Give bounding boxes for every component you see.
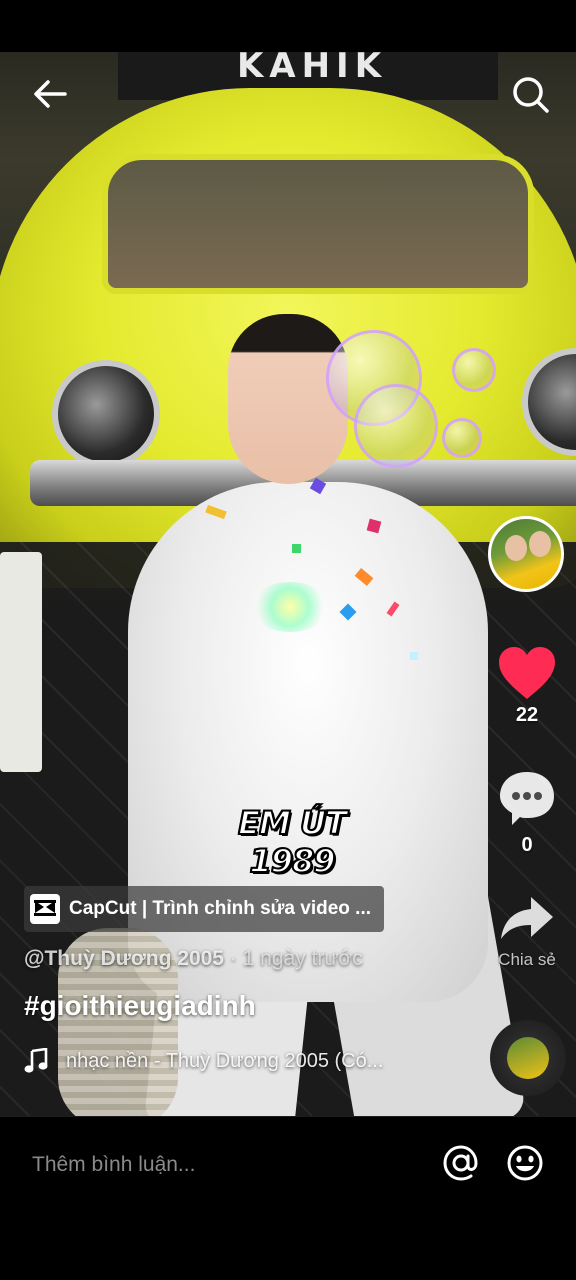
creator-avatar[interactable] — [488, 516, 564, 592]
bubble-effect — [452, 348, 496, 392]
comment-button[interactable] — [496, 768, 558, 828]
car-windshield — [102, 154, 534, 294]
share-label: Chia sẻ — [498, 950, 556, 969]
text-sticker: EM ÚT 1989 — [232, 803, 352, 881]
car-headlight-left — [52, 360, 160, 468]
capcut-label: CapCut | Trình chỉnh sửa video ... — [69, 898, 371, 919]
search-button[interactable] — [506, 70, 556, 120]
confetti-effect — [410, 652, 418, 660]
capcut-logo-icon — [30, 894, 60, 924]
music-disc-cover — [507, 1037, 549, 1079]
search-icon — [513, 77, 549, 113]
music-note-icon — [24, 1048, 48, 1073]
comment-icon — [500, 772, 554, 825]
background-sign-text: KAHIK — [236, 52, 388, 80]
bubble-effect — [354, 384, 438, 468]
like-count: 22 — [515, 704, 539, 726]
back-arrow-icon — [34, 80, 67, 108]
share-arrow-icon — [501, 897, 553, 939]
comment-count: 0 — [521, 834, 533, 856]
like-button[interactable] — [496, 644, 558, 704]
at-icon — [443, 1145, 478, 1181]
system-navigation-bar — [0, 1212, 576, 1280]
emoji-button[interactable] — [504, 1142, 546, 1184]
post-time: 1 ngày trước — [242, 947, 363, 970]
music-link[interactable]: nhạc nền - Thuỳ Dương 2005 (Có... — [24, 1048, 383, 1074]
music-title: nhạc nền - Thuỳ Dương 2005 (Có... — [66, 1049, 384, 1072]
emoji-icon — [507, 1145, 543, 1181]
author-line: @Thuỳ Dương 2005 · 1 ngày trước — [24, 947, 363, 971]
white-cushion — [0, 552, 42, 772]
heart-icon — [499, 647, 555, 699]
avatar-face — [529, 531, 551, 557]
confetti-effect — [250, 582, 330, 632]
music-disc[interactable] — [490, 1020, 566, 1096]
status-bar — [0, 0, 576, 52]
mention-button[interactable] — [440, 1142, 482, 1184]
share-button[interactable] — [496, 890, 558, 946]
hashtag-link[interactable]: #gioithieugiadinh — [24, 990, 256, 1022]
author-username[interactable]: @Thuỳ Dương 2005 — [24, 947, 224, 970]
sticker-line-1: EM ÚT — [237, 803, 348, 843]
bubble-effect — [442, 418, 482, 458]
confetti-effect — [292, 544, 301, 553]
capcut-anchor-link[interactable]: CapCut | Trình chỉnh sửa video ... — [24, 886, 384, 932]
comment-input[interactable] — [32, 1148, 412, 1182]
author-separator: · — [223, 947, 243, 970]
sticker-line-2: 1989 — [248, 841, 336, 881]
avatar-face — [505, 535, 527, 561]
back-button[interactable] — [24, 72, 76, 116]
